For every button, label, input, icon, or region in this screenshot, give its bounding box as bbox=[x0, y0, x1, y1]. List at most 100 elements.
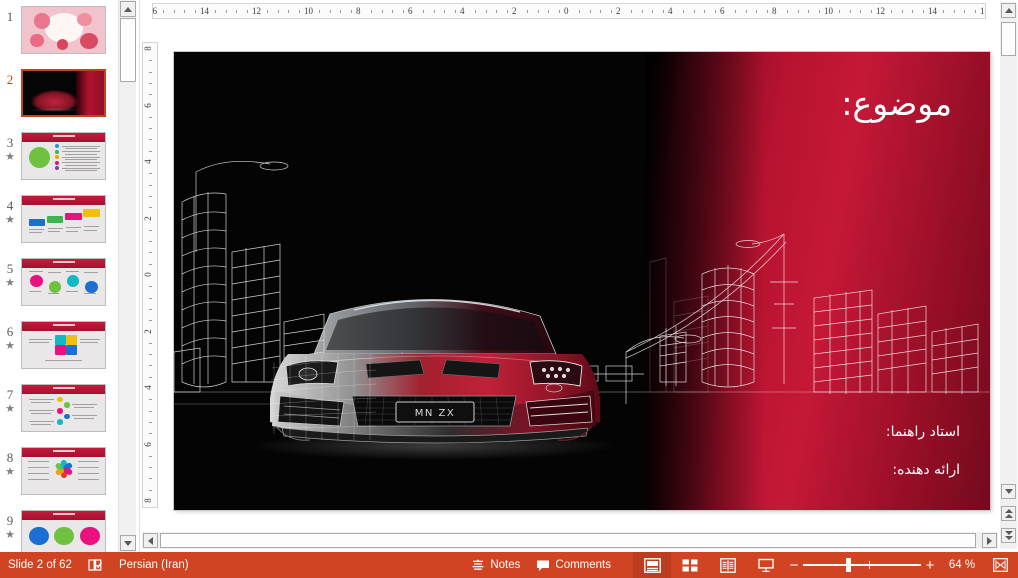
ruler-tick bbox=[943, 10, 944, 13]
slide-thumbnail-preview[interactable] bbox=[21, 321, 106, 369]
animation-indicator-icon[interactable]: ★ bbox=[5, 467, 15, 478]
animation-indicator-icon[interactable]: ★ bbox=[5, 341, 15, 352]
notes-button[interactable]: Notes bbox=[463, 552, 528, 578]
slide-thumbnail-item[interactable]: 4★ bbox=[0, 195, 118, 257]
ruler-tick bbox=[850, 10, 851, 13]
fit-to-window-button[interactable] bbox=[985, 552, 1018, 578]
comments-button[interactable]: Comments bbox=[528, 552, 619, 578]
ruler-tick-vertical bbox=[149, 252, 152, 253]
ruler-tick bbox=[174, 10, 175, 13]
reading-view-button[interactable] bbox=[709, 552, 747, 578]
slide-horizontal-scrollbar[interactable] bbox=[142, 532, 998, 549]
notes-icon bbox=[471, 559, 485, 572]
scroll-down-button[interactable] bbox=[1001, 484, 1016, 499]
slide-thumbnails-pane[interactable]: 123★4★5★6★ 7★8★9★ bbox=[0, 0, 118, 552]
slide-title-text[interactable]: موضوع: bbox=[841, 84, 952, 123]
zoom-percentage[interactable]: 64 % bbox=[939, 559, 985, 571]
slide-thumbnail-preview[interactable] bbox=[21, 6, 106, 54]
presenter-text[interactable]: ارائه دهنده: bbox=[892, 462, 960, 478]
ruler-tick bbox=[964, 10, 965, 13]
ruler-label: 8 bbox=[356, 7, 361, 16]
slide-thumbnail-preview[interactable] bbox=[21, 384, 106, 432]
scroll-up-button[interactable] bbox=[1001, 3, 1016, 18]
slide-vertical-scrollbar[interactable] bbox=[1000, 2, 1017, 549]
scroll-left-button[interactable] bbox=[143, 533, 158, 548]
ruler-tick bbox=[704, 10, 705, 13]
ruler-tick bbox=[319, 10, 320, 13]
ruler-tick-vertical bbox=[149, 72, 152, 73]
current-slide[interactable]: MN ZX موضوع: استاد راهنما: ارائه ده bbox=[174, 52, 990, 510]
ruler-tick bbox=[226, 10, 227, 13]
slide-thumbnail-item[interactable]: 5★ bbox=[0, 258, 118, 320]
thumbnail-scroll-down-button[interactable] bbox=[120, 535, 136, 551]
thumbnail-pane-scrollbar[interactable] bbox=[118, 0, 136, 552]
thumbnail-scroll-up-button[interactable] bbox=[120, 1, 136, 17]
next-slide-icon bbox=[1005, 531, 1013, 540]
slide-thumbnail-item[interactable]: 6★ bbox=[0, 321, 118, 383]
ruler-tick bbox=[642, 10, 643, 13]
animation-indicator-icon[interactable]: ★ bbox=[5, 530, 15, 541]
slide-thumbnail-item[interactable]: 2 bbox=[0, 69, 118, 131]
slide-sorter-button[interactable] bbox=[671, 552, 709, 578]
slide-thumbnail-item[interactable]: 8★ bbox=[0, 447, 118, 509]
fit-to-window-icon bbox=[993, 558, 1008, 572]
comments-label: Comments bbox=[555, 559, 611, 571]
slide-thumbnail-item[interactable]: 7★ bbox=[0, 384, 118, 446]
ruler-tick-vertical bbox=[149, 298, 152, 299]
ruler-tick bbox=[590, 10, 591, 13]
ruler-label-vertical: 2 bbox=[144, 329, 153, 334]
zoom-out-button[interactable]: − bbox=[785, 558, 803, 573]
ruler-tick bbox=[579, 10, 580, 13]
slide-thumbnail-preview[interactable] bbox=[21, 510, 106, 552]
animation-indicator-icon[interactable]: ★ bbox=[5, 215, 15, 226]
slide-thumbnail-item[interactable]: 9★ bbox=[0, 510, 118, 552]
zoom-slider-thumb[interactable] bbox=[846, 558, 851, 572]
pane-splitter[interactable] bbox=[136, 0, 140, 552]
ruler-tick-vertical bbox=[149, 185, 152, 186]
slide-thumbnail-preview[interactable] bbox=[21, 69, 106, 117]
thumbnail-number-column: 6★ bbox=[0, 321, 20, 352]
animation-indicator-icon[interactable]: ★ bbox=[5, 404, 15, 415]
normal-view-button[interactable] bbox=[633, 552, 671, 578]
vertical-scrollbar-thumb[interactable] bbox=[1001, 22, 1016, 56]
ruler-tick-vertical bbox=[149, 343, 152, 344]
slide-thumbnail-preview[interactable] bbox=[21, 258, 106, 306]
zoom-in-button[interactable]: + bbox=[921, 558, 939, 573]
ruler-tick-vertical bbox=[149, 139, 152, 140]
slide-thumbnail-item[interactable]: 3★ bbox=[0, 132, 118, 194]
ruler-label-vertical: 8 bbox=[144, 46, 153, 51]
ruler-tick bbox=[819, 10, 820, 13]
slide-show-button[interactable] bbox=[747, 552, 785, 578]
slide-thumbnail-item[interactable]: 1 bbox=[0, 6, 118, 68]
thumbnail-scrollbar-thumb[interactable] bbox=[120, 18, 136, 82]
ruler-label: 10 bbox=[824, 7, 833, 16]
comment-icon bbox=[536, 559, 550, 572]
ruler-tick-vertical bbox=[149, 411, 152, 412]
spellcheck-icon[interactable] bbox=[80, 552, 111, 578]
slide-thumbnail-preview[interactable] bbox=[21, 447, 106, 495]
ruler-tick-vertical bbox=[149, 230, 152, 231]
supervisor-text[interactable]: استاد راهنما: bbox=[886, 424, 960, 440]
powerpoint-window: 123★4★5★6★7★8★9★ 16141210864202468101214… bbox=[0, 0, 1018, 578]
animation-indicator-icon[interactable]: ★ bbox=[5, 278, 15, 289]
horizontal-scrollbar-thumb[interactable] bbox=[160, 533, 976, 548]
slide-canvas-area[interactable]: MN ZX موضوع: استاد راهنما: ارائه ده bbox=[158, 22, 998, 528]
next-slide-button[interactable] bbox=[1001, 528, 1016, 543]
normal-view-icon bbox=[644, 558, 661, 573]
scroll-right-button[interactable] bbox=[982, 533, 997, 548]
ruler-tick bbox=[392, 10, 393, 13]
previous-slide-icon bbox=[1005, 509, 1013, 518]
slide-counter[interactable]: Slide 2 of 62 bbox=[0, 552, 80, 578]
ruler-tick bbox=[912, 10, 913, 13]
ruler-tick bbox=[215, 10, 216, 13]
slide-thumbnail-preview[interactable] bbox=[21, 132, 106, 180]
ruler-tick bbox=[600, 10, 601, 13]
slide-sorter-icon bbox=[682, 558, 698, 573]
slide-thumbnail-preview[interactable] bbox=[21, 195, 106, 243]
ruler-tick-vertical bbox=[149, 354, 152, 355]
zoom-slider[interactable] bbox=[803, 552, 921, 578]
animation-indicator-icon[interactable]: ★ bbox=[5, 152, 15, 163]
previous-slide-button[interactable] bbox=[1001, 506, 1016, 521]
ruler-tick bbox=[548, 10, 549, 13]
language-indicator[interactable]: Persian (Iran) bbox=[111, 552, 197, 578]
